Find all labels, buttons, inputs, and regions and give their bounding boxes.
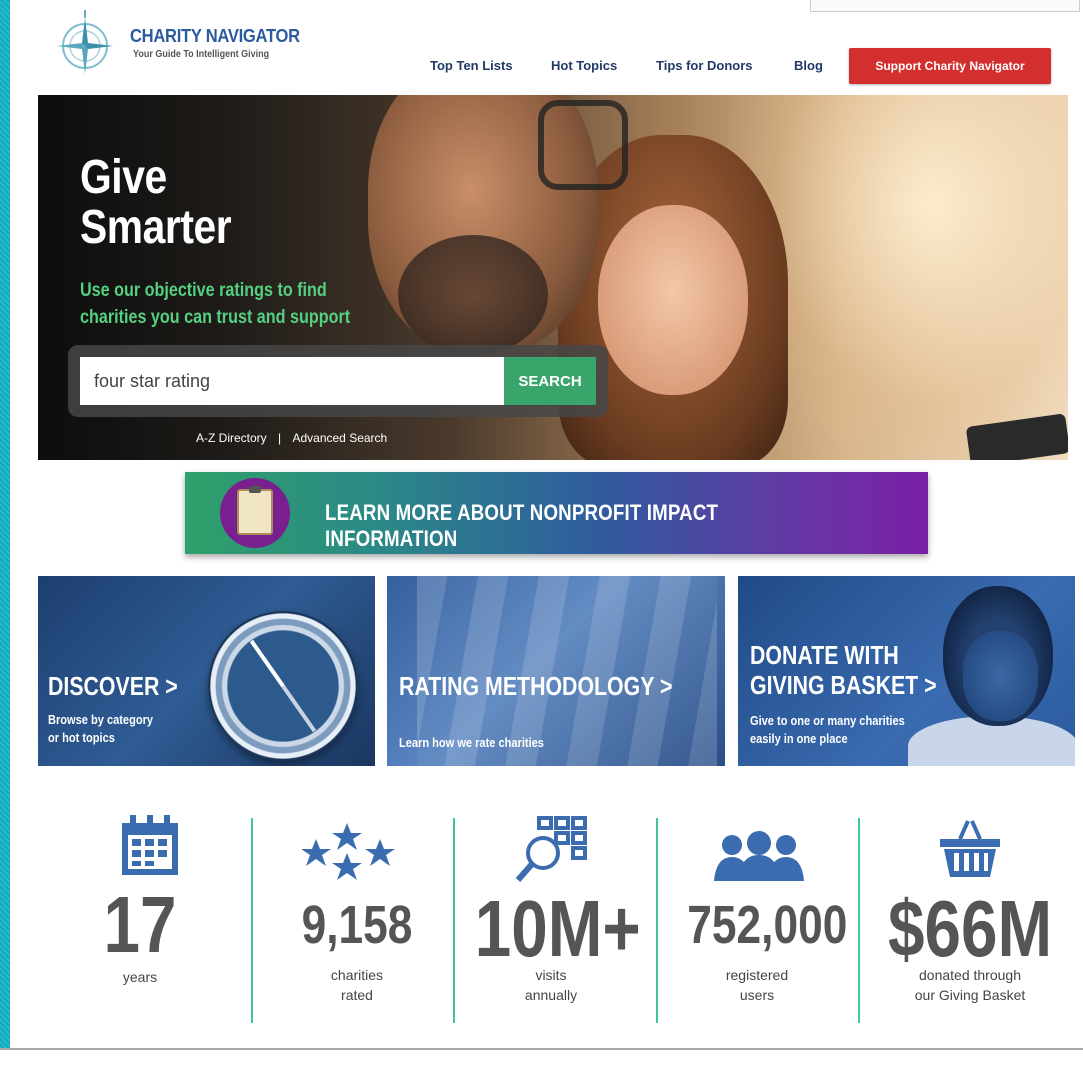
stat-divider: [858, 818, 860, 1023]
hero-title: Give Smarter: [80, 151, 232, 254]
tile-methodology-subtitle: Learn how we rate charities: [399, 735, 544, 750]
tile-rating-methodology[interactable]: RATING METHODOLOGY > Learn how we rate c…: [387, 576, 725, 766]
stat-charities-label: charities rated: [282, 965, 432, 1005]
nav-blog[interactable]: Blog: [794, 58, 823, 73]
compass-needle: [249, 639, 317, 733]
link-separator: |: [278, 431, 282, 445]
hero-subtitle-line: charities you can trust and support: [80, 307, 351, 328]
stat-visits-label: visits annually: [458, 965, 644, 1005]
stat-users-value: 752,000: [687, 895, 848, 955]
search-button[interactable]: SEARCH: [504, 357, 596, 405]
tile-title-line: DONATE WITH: [750, 640, 899, 670]
support-charity-navigator-button[interactable]: Support Charity Navigator: [849, 48, 1051, 84]
impact-info-banner[interactable]: LEARN MORE ABOUT NONPROFIT IMPACT INFORM…: [185, 472, 928, 554]
stat-years-value: 17: [103, 880, 177, 969]
site-header: CHARITY NAVIGATOR Your Guide To Intellig…: [10, 0, 1083, 95]
stat-label-line: registered: [725, 967, 789, 983]
tile-giving-basket[interactable]: DONATE WITH GIVING BASKET > Give to one …: [738, 576, 1075, 766]
stat-donated-label: donated through our Giving Basket: [870, 965, 1070, 1005]
stat-label-line: charities: [330, 967, 384, 983]
nav-tips-for-donors[interactable]: Tips for Donors: [656, 58, 753, 73]
users-icon: [714, 831, 804, 881]
nav-top-ten-lists[interactable]: Top Ten Lists: [430, 58, 513, 73]
compass-logo-icon[interactable]: [55, 10, 115, 76]
clipboard-icon: [237, 486, 273, 535]
hero-title-line: Smarter: [80, 201, 232, 254]
tile-subtitle-line: Browse by category: [48, 712, 154, 727]
search-grid-icon: [515, 816, 587, 882]
stat-label-line: visits: [535, 967, 567, 983]
advanced-search-link[interactable]: Advanced Search: [292, 431, 387, 445]
hero-banner: Give Smarter Use our objective ratings t…: [38, 95, 1068, 460]
stat-label-line: rated: [341, 987, 373, 1003]
stat-label-line: annually: [524, 987, 578, 1003]
page-bottom-edge: [0, 1048, 1083, 1066]
impact-banner-label: LEARN MORE ABOUT NONPROFIT IMPACT INFORM…: [325, 500, 719, 551]
basket-icon: [940, 820, 1000, 877]
tile-discover[interactable]: DISCOVER > Browse by category or hot top…: [38, 576, 375, 766]
stat-donated: $66M donated through our Giving Basket: [870, 815, 1070, 1030]
tile-subtitle-line: easily in one place: [750, 731, 848, 746]
stat-users-label: registered users: [672, 965, 842, 1005]
hero-subtitle: Use our objective ratings to find charit…: [80, 277, 420, 331]
tile-discover-title: DISCOVER >: [48, 671, 178, 701]
tile-discover-subtitle: Browse by category or hot topics: [48, 711, 153, 747]
stat-divider: [656, 818, 658, 1023]
stat-users: 752,000 registered users: [672, 815, 848, 1030]
stat-donated-value: $66M: [888, 884, 1053, 973]
woman-photo-face: [963, 631, 1038, 721]
stat-label-line: donated through: [919, 967, 1021, 983]
hero-links: A-Z Directory | Advanced Search: [196, 431, 387, 445]
stat-years-label: years: [122, 969, 158, 985]
calendar-icon: [122, 815, 178, 875]
tile-methodology-title: RATING METHODOLOGY >: [399, 671, 673, 701]
tile-donate-subtitle: Give to one or many charities easily in …: [750, 712, 905, 748]
hero-photo-man-beard: [398, 235, 548, 355]
tile-subtitle-line: or hot topics: [48, 730, 115, 745]
stat-label-line: our Giving Basket: [914, 987, 1026, 1003]
page: CHARITY NAVIGATOR Your Guide To Intellig…: [10, 0, 1083, 1048]
az-directory-link[interactable]: A-Z Directory: [196, 431, 267, 445]
hero-photo-woman-face: [598, 205, 748, 395]
stat-charities-value: 9,158: [301, 895, 413, 955]
brand-name[interactable]: CHARITY NAVIGATOR: [130, 26, 300, 47]
stat-charities-rated: 9,158 charities rated: [282, 815, 432, 1030]
stat-visits: 10M+ visits annually: [458, 815, 644, 1030]
nav-hot-topics[interactable]: Hot Topics: [551, 58, 617, 73]
hero-subtitle-line: Use our objective ratings to find: [80, 280, 327, 301]
stat-visits-value: 10M+: [474, 884, 641, 973]
tile-donate-title: DONATE WITH GIVING BASKET >: [750, 640, 937, 700]
compass-photo: [208, 611, 358, 761]
stars-icon: [302, 823, 395, 880]
search-box: SEARCH: [68, 345, 608, 417]
stat-divider: [453, 818, 455, 1023]
brand-tagline: Your Guide To Intelligent Giving: [133, 49, 270, 60]
top-utility-bar: [810, 0, 1080, 12]
tile-subtitle-line: Give to one or many charities: [750, 713, 905, 728]
stat-label-line: users: [739, 987, 775, 1003]
tile-title-line: GIVING BASKET >: [750, 670, 937, 700]
stat-years: 17 years: [100, 815, 225, 1030]
hero-photo-glasses: [538, 100, 628, 190]
stat-divider: [251, 818, 253, 1023]
charity-search-input[interactable]: [80, 357, 505, 405]
hero-title-line: Give: [80, 151, 167, 204]
